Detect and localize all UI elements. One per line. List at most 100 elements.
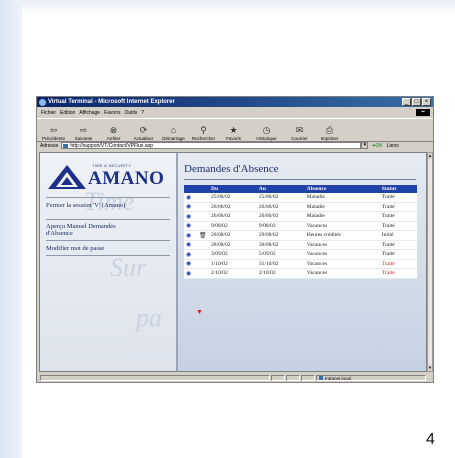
menu-edition[interactable]: Edition xyxy=(60,110,75,116)
view-icon[interactable]: ◉ xyxy=(184,230,198,241)
view-icon[interactable]: ◉ xyxy=(184,268,198,279)
title-bar: Virtual Terminal - Microsoft Internet Ex… xyxy=(37,97,433,107)
forward-arrow-icon: ⇨ xyxy=(79,125,88,135)
title-divider xyxy=(184,179,416,180)
print-icon: ⎙ xyxy=(325,125,334,135)
table-row[interactable]: ◉ 1/10/02 31/10/02 Vacances Traité xyxy=(184,259,417,269)
refresh-icon: ⟳ xyxy=(139,125,148,135)
cell-statut: Traité xyxy=(378,202,417,212)
cell-au: 9/08/02 xyxy=(255,221,304,231)
menu-outils[interactable]: Outils xyxy=(124,110,137,116)
forward-button[interactable]: ⇨ Suivante xyxy=(70,125,97,141)
view-icon[interactable]: ◉ xyxy=(184,249,198,260)
view-icon[interactable]: ◉ xyxy=(184,259,198,269)
action-cell xyxy=(198,193,208,203)
cell-au: 5/09/02 xyxy=(255,249,304,260)
status-pane xyxy=(271,375,285,381)
status-pane xyxy=(286,375,300,381)
watermark-text-3: pa xyxy=(136,303,162,332)
search-button[interactable]: ⚲ Rechercher xyxy=(190,125,217,141)
table-row[interactable]: ◉ 25/06/02 25/06/02 Maladie Traité xyxy=(184,193,417,203)
vertical-scrollbar[interactable]: ▲ ▼ xyxy=(427,152,433,372)
view-icon[interactable]: ◉ xyxy=(184,221,198,231)
table-row[interactable]: ◉ 3/09/02 5/09/02 Vacances Traité xyxy=(184,249,417,260)
stop-button[interactable]: ⊗ Arrêter xyxy=(100,125,127,141)
scroll-up-icon[interactable]: ▲ xyxy=(428,153,432,159)
delete-icon[interactable]: 🗑 xyxy=(198,230,208,241)
windows-logo-icon: ▪▪ xyxy=(416,109,430,116)
logo-name: AMANO xyxy=(88,168,165,189)
amano-logo: TIME & SECURITY AMANO xyxy=(48,161,172,191)
address-dropdown-icon[interactable]: ▾ xyxy=(361,142,369,149)
view-icon[interactable]: ◉ xyxy=(184,240,198,250)
cell-au: 30/08/02 xyxy=(255,240,304,250)
address-bar: Adresse http://support/VT/Contact/VPFlux… xyxy=(37,141,433,150)
cell-statut: Initié xyxy=(378,230,417,241)
cell-du: 3/09/02 xyxy=(208,249,256,260)
table-row[interactable]: ◉ 28/08/02 30/08/02 Vacances Traité xyxy=(184,240,417,250)
toolbar: ⇦ Précédente ⇨ Suivante ⊗ Arrêter ⟳ Actualis… xyxy=(37,118,433,142)
mail-button[interactable]: ✉ Courrier xyxy=(286,125,313,141)
cell-absence: Vacances xyxy=(303,240,379,250)
menu-help[interactable]: ? xyxy=(141,110,144,116)
cell-statut: Traité xyxy=(378,268,417,279)
sidebar-link-password[interactable]: Modifier mot de passe xyxy=(46,245,104,252)
action-cell xyxy=(198,221,208,231)
sidebar-divider xyxy=(46,197,170,198)
cell-au: 31/10/02 xyxy=(255,259,304,269)
table-header-row: Du Au Absence Statut xyxy=(184,185,417,193)
cell-du: 26/06/02 xyxy=(208,211,256,222)
column-header-statut: Statut xyxy=(378,185,417,193)
favorites-button[interactable]: ★ Favoris xyxy=(220,125,247,141)
table-row[interactable]: ◉ 9/08/02 9/08/02 Vacances Traité xyxy=(184,221,417,231)
address-input[interactable]: http://support/VT/Contact/VPFlux.asp xyxy=(61,142,362,149)
column-header-du: Du xyxy=(208,185,256,193)
sidebar-divider xyxy=(46,219,170,220)
cell-statut: Traité xyxy=(378,221,417,231)
header-action-col xyxy=(198,185,208,193)
table-row[interactable]: ◉ 26/06/02 26/06/02 Maladie Traité xyxy=(184,202,417,212)
view-icon[interactable]: ◉ xyxy=(184,193,198,203)
cell-au: 26/06/02 xyxy=(255,202,304,212)
action-cell xyxy=(198,249,208,260)
view-icon[interactable]: ◉ xyxy=(184,202,198,212)
home-button[interactable]: ⌂ Démarrage xyxy=(160,125,187,141)
action-cell xyxy=(198,259,208,269)
address-value: http://support/VT/Contact/VPFlux.asp xyxy=(70,143,153,149)
cell-absence: Vacances xyxy=(303,221,379,231)
status-bar: Intranet local xyxy=(39,374,431,382)
go-button[interactable]: ➜OK xyxy=(371,143,382,149)
add-absence-icon[interactable]: ▼ xyxy=(196,309,203,316)
scroll-down-icon[interactable]: ▼ xyxy=(428,365,432,371)
refresh-button[interactable]: ⟳ Actualiser xyxy=(130,125,157,141)
minimize-icon[interactable]: _ xyxy=(402,98,411,106)
cell-au: 25/06/02 xyxy=(255,193,304,203)
cell-du: 1/10/02 xyxy=(208,259,256,269)
history-button[interactable]: ◷ Historique xyxy=(250,125,283,141)
sidebar-link-logout[interactable]: Fermer la session 'V' (Amano) xyxy=(46,202,126,209)
print-button[interactable]: ⎙ Imprimer xyxy=(316,125,343,141)
view-icon[interactable]: ◉ xyxy=(184,211,198,222)
cell-absence: Heures crédités xyxy=(303,230,379,241)
back-button[interactable]: ⇦ Précédente xyxy=(40,125,67,141)
slide-left-band xyxy=(0,0,22,458)
cell-absence: Maladie xyxy=(303,193,379,203)
menu-bar: Fichier Edition Affichage Favoris Outils… xyxy=(37,108,433,117)
cell-statut: Traité xyxy=(378,193,417,203)
table-row[interactable]: ◉ 26/06/02 26/06/02 Maladie Traité xyxy=(184,211,417,222)
cell-absence: Vacances xyxy=(303,268,379,279)
cell-absence: Maladie xyxy=(303,211,379,222)
sidebar-link-manual[interactable]: Aperçu Manuel Demandes d'Absence xyxy=(46,223,116,237)
menu-favoris[interactable]: Favoris xyxy=(104,110,120,116)
menu-fichier[interactable]: Fichier xyxy=(41,110,56,116)
cell-statut: Traité xyxy=(378,211,417,222)
menu-affichage[interactable]: Affichage xyxy=(79,110,100,116)
table-row[interactable]: ◉ 🗑 26/08/02 29/08/02 Heures crédités Initié xyxy=(184,230,417,241)
address-label: Adresse xyxy=(40,142,59,149)
links-button[interactable]: Liens xyxy=(387,143,399,149)
close-icon[interactable]: × xyxy=(422,98,431,106)
home-icon: ⌂ xyxy=(170,125,177,135)
cell-du: 2/10/02 xyxy=(208,268,256,279)
table-row[interactable]: ◉ 2/10/02 2/10/02 Vacances Traité xyxy=(184,268,417,279)
maximize-icon[interactable]: □ xyxy=(412,98,421,106)
